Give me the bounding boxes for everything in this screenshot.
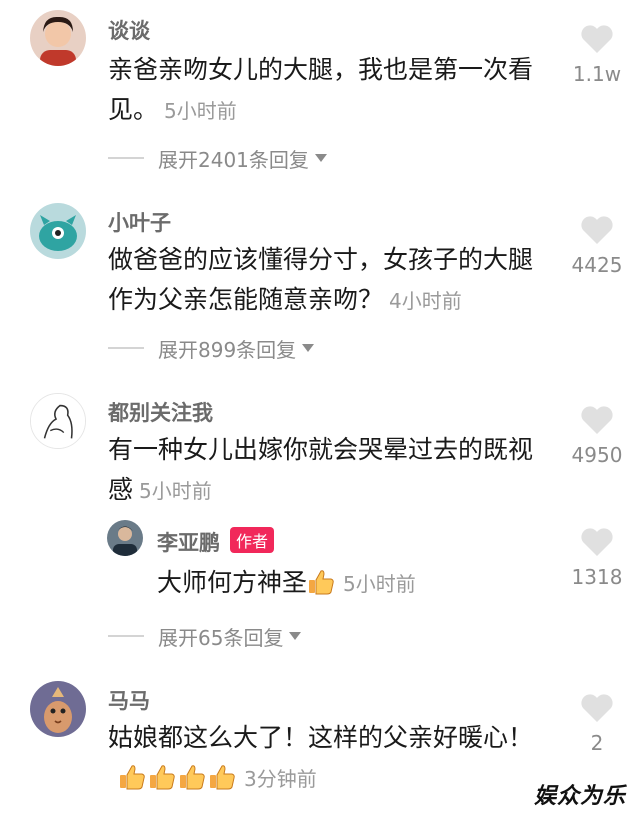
reply-text: 大师何方神圣 5小时前 [157, 563, 537, 604]
comment-text: 亲爸亲吻女儿的大腿，我也是第一次看见。 5小时前 [108, 50, 548, 131]
username[interactable]: 小叶子 [108, 207, 171, 237]
timestamp: 4小时前 [389, 289, 462, 313]
heart-icon [581, 216, 613, 244]
expand-replies-button[interactable]: 展开2401条回复 [108, 144, 327, 172]
like-count: 2 [590, 731, 604, 755]
like-button[interactable]: 2 [562, 693, 632, 755]
expand-replies-label: 展开65条回复 [158, 625, 284, 650]
author-badge: 作者 [230, 527, 275, 553]
comment-text: 姑娘都这么大了！这样的父亲好暖心！ 3分钟前 [108, 718, 548, 799]
like-count: 1.1w [572, 62, 622, 86]
avatar[interactable] [30, 10, 86, 66]
comment-body: 姑娘都这么大了！这样的父亲好暖心！ [108, 723, 534, 752]
thumbs-up-emoji-icon [180, 765, 205, 790]
heart-icon [581, 528, 613, 556]
reply-username: 李亚鹏 [157, 531, 220, 555]
avatar[interactable] [30, 681, 86, 737]
expand-replies-button[interactable]: 展开65条回复 [108, 622, 302, 650]
thumbs-up-emoji-icon [210, 765, 235, 790]
like-button[interactable]: 4950 [562, 405, 632, 467]
thumbs-up-emoji-icon [309, 570, 334, 595]
expand-replies-label: 展开2401条回复 [158, 147, 309, 172]
comment-text: 做爸爸的应该懂得分寸，女孩子的大腿作为父亲怎能随意亲吻？ 4小时前 [108, 240, 548, 321]
like-count: 4425 [571, 253, 623, 277]
like-button[interactable]: 1.1w [562, 24, 632, 86]
divider [108, 347, 144, 349]
expand-replies-label: 展开899条回复 [158, 337, 297, 362]
timestamp: 5小时前 [164, 99, 237, 123]
username[interactable]: 李亚鹏 作者 [157, 527, 275, 557]
comment-body: 做爸爸的应该懂得分寸，女孩子的大腿作为父亲怎能随意亲吻？ [108, 245, 534, 314]
caret-down-icon [302, 344, 315, 352]
comment-text: 有一种女儿出嫁你就会哭晕过去的既视感 5小时前 [108, 430, 548, 511]
avatar[interactable] [30, 393, 86, 449]
username[interactable]: 都别关注我 [108, 397, 213, 427]
caret-down-icon [314, 154, 327, 162]
caret-down-icon [289, 632, 302, 640]
heart-icon [581, 694, 613, 722]
like-count: 1318 [571, 565, 623, 589]
avatar[interactable] [107, 520, 143, 556]
like-count: 4950 [571, 443, 623, 467]
timestamp: 5小时前 [139, 479, 212, 503]
username[interactable]: 马马 [108, 685, 150, 715]
thumbs-up-emoji-icon [150, 765, 175, 790]
heart-icon [581, 406, 613, 434]
divider [108, 635, 144, 637]
heart-icon [581, 25, 613, 53]
username[interactable]: 谈谈 [108, 15, 150, 45]
expand-replies-button[interactable]: 展开899条回复 [108, 334, 315, 362]
reply-body: 大师何方神圣 [157, 568, 308, 597]
like-button[interactable]: 1318 [562, 527, 632, 589]
watermark: 娱众为乐 [533, 784, 626, 809]
timestamp: 5小时前 [343, 572, 416, 596]
divider [108, 157, 144, 159]
like-button[interactable]: 4425 [562, 215, 632, 277]
thumbs-up-emoji-icon [120, 765, 145, 790]
timestamp: 3分钟前 [244, 767, 317, 791]
avatar[interactable] [30, 203, 86, 259]
